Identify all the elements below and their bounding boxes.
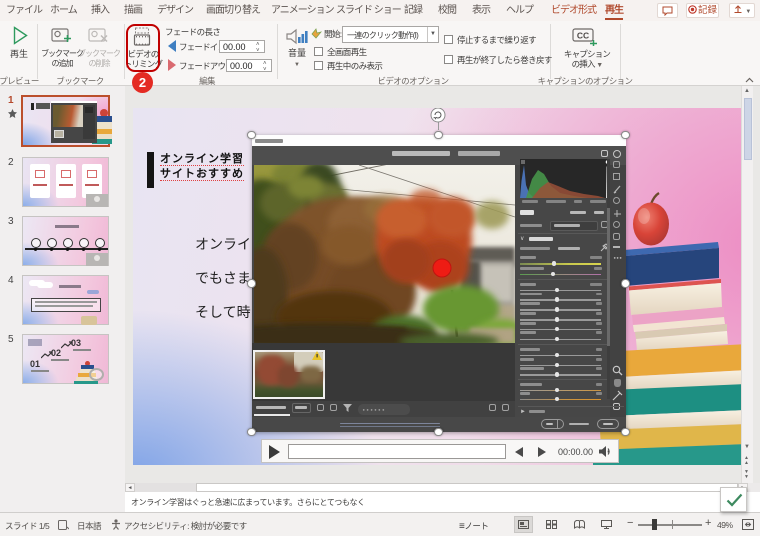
svg-text:CC: CC xyxy=(577,31,589,41)
